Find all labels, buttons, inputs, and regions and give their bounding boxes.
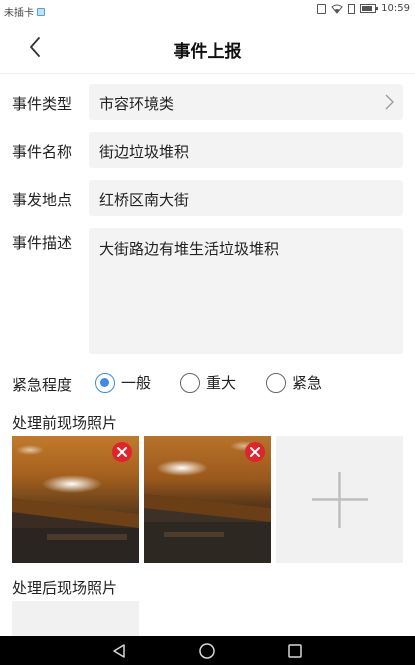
location-row: 事发地点 红桥区南大街 bbox=[0, 180, 415, 216]
location-label: 事发地点 bbox=[12, 191, 73, 209]
clock: 10:59 bbox=[381, 3, 410, 14]
description-value: 大街路边有堆生活垃圾堆积 bbox=[99, 240, 280, 258]
home-circle-icon bbox=[199, 643, 215, 659]
system-nav-bar bbox=[0, 636, 415, 665]
radio-unchecked-icon bbox=[180, 372, 200, 393]
nav-home-button[interactable] bbox=[196, 640, 218, 662]
page-title: 事件上报 bbox=[173, 42, 242, 62]
photo-thumbnail[interactable] bbox=[12, 436, 139, 563]
back-triangle-icon bbox=[113, 644, 125, 658]
close-icon bbox=[117, 447, 127, 457]
event-name-field[interactable]: 街边垃圾堆积 bbox=[89, 132, 403, 168]
urgency-option-label: 重大 bbox=[206, 374, 237, 392]
nav-back-button[interactable] bbox=[108, 640, 130, 662]
status-left: 未插卡 bbox=[4, 4, 45, 19]
photos-before-title: 处理前现场照片 bbox=[12, 414, 118, 432]
battery-icon bbox=[360, 4, 379, 13]
photo-thumbnail[interactable] bbox=[144, 436, 271, 563]
add-photo-before-button[interactable] bbox=[276, 436, 403, 563]
radio-unchecked-icon bbox=[266, 372, 286, 393]
event-type-value: 市容环境类 bbox=[99, 95, 175, 113]
description-row: 事件描述 大街路边有堆生活垃圾堆积 bbox=[0, 228, 415, 354]
event-name-value: 街边垃圾堆积 bbox=[99, 143, 190, 161]
recents-square-icon bbox=[288, 644, 302, 658]
chevron-right-icon bbox=[385, 94, 394, 110]
description-label: 事件描述 bbox=[12, 234, 73, 252]
status-right: 10:59 bbox=[317, 3, 410, 14]
urgency-row: 紧急程度 一般 重大 紧急 bbox=[0, 369, 415, 397]
event-name-label: 事件名称 bbox=[12, 143, 73, 161]
urgency-option-normal[interactable]: 一般 bbox=[95, 372, 151, 393]
urgency-label: 紧急程度 bbox=[12, 376, 73, 394]
sim-card-icon bbox=[37, 7, 45, 16]
nav-recents-button[interactable] bbox=[284, 640, 306, 662]
urgency-option-urgent[interactable]: 紧急 bbox=[266, 372, 322, 393]
event-type-label: 事件类型 bbox=[12, 95, 73, 113]
event-type-row: 事件类型 市容环境类 bbox=[0, 84, 415, 120]
vibrate-icon bbox=[317, 3, 327, 14]
event-name-row: 事件名称 街边垃圾堆积 bbox=[0, 132, 415, 168]
add-photo-after-button[interactable] bbox=[12, 601, 139, 636]
plus-icon bbox=[312, 472, 368, 528]
urgency-option-label: 一般 bbox=[121, 374, 152, 392]
wifi-icon bbox=[331, 4, 343, 14]
header: 事件上报 bbox=[0, 20, 415, 74]
carrier-text: 未插卡 bbox=[4, 8, 34, 19]
urgency-option-label: 紧急 bbox=[292, 374, 323, 392]
location-value: 红桥区南大街 bbox=[99, 191, 190, 209]
sim-icon bbox=[348, 3, 356, 14]
delete-photo-button[interactable] bbox=[245, 442, 265, 462]
urgency-option-major[interactable]: 重大 bbox=[180, 372, 236, 393]
close-icon bbox=[250, 447, 260, 457]
radio-checked-icon bbox=[95, 372, 115, 393]
status-bar: 未插卡 10:59 bbox=[0, 0, 415, 20]
location-field[interactable]: 红桥区南大街 bbox=[89, 180, 403, 216]
photos-after-title: 处理后现场照片 bbox=[12, 579, 118, 597]
description-textarea[interactable]: 大街路边有堆生活垃圾堆积 bbox=[89, 228, 403, 354]
delete-photo-button[interactable] bbox=[112, 442, 132, 462]
event-type-select[interactable]: 市容环境类 bbox=[89, 84, 403, 120]
